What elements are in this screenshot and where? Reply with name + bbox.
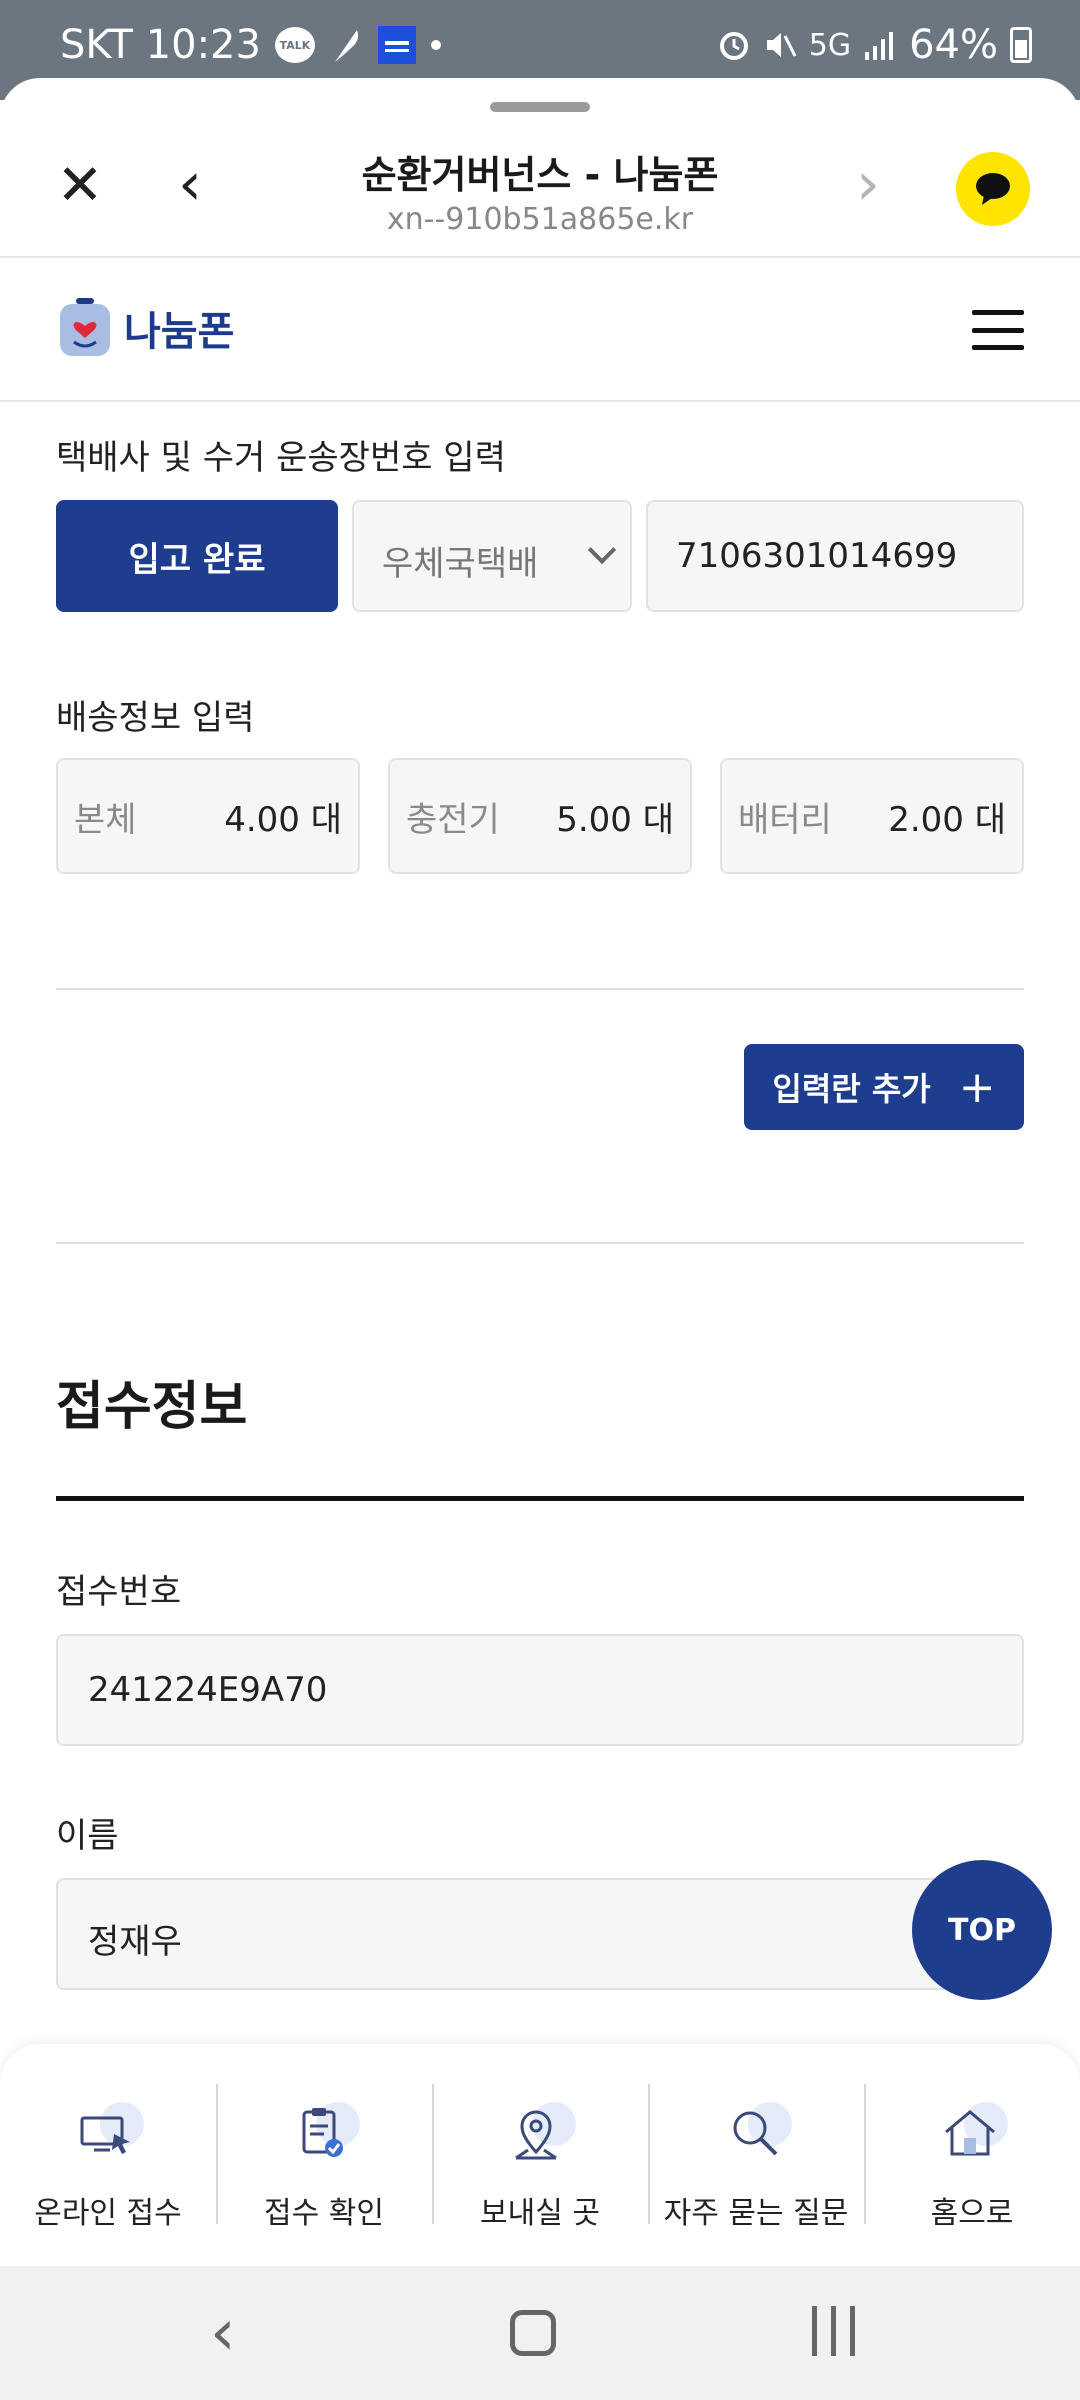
drag-handle[interactable] bbox=[490, 102, 590, 112]
add-field-button[interactable]: 입력란 추가 + bbox=[744, 1044, 1024, 1130]
name-field[interactable]: 정재우 bbox=[56, 1878, 1024, 1990]
nav-faq[interactable]: 자주 묻는 질문 bbox=[648, 2044, 864, 2266]
battery-percent: 64% bbox=[909, 22, 998, 68]
charger-value: 5.00 대 bbox=[556, 799, 674, 840]
clipboard-check-icon bbox=[284, 2100, 364, 2170]
body-value: 4.00 대 bbox=[224, 799, 342, 840]
nav-faq-label: 자주 묻는 질문 bbox=[663, 2196, 849, 2231]
system-home-icon[interactable] bbox=[510, 2310, 556, 2356]
receipt-info-heading: 접수정보 bbox=[56, 1377, 248, 1437]
forward-icon[interactable]: › bbox=[838, 154, 898, 214]
nav-online-apply-label: 온라인 접수 bbox=[34, 2196, 182, 2231]
search-icon bbox=[716, 2100, 796, 2170]
nav-check-receipt[interactable]: 접수 확인 bbox=[216, 2044, 432, 2266]
receipt-number-field[interactable]: 241224E9A70 bbox=[56, 1634, 1024, 1746]
nav-check-receipt-label: 접수 확인 bbox=[264, 2196, 384, 2231]
bottom-navigation: 온라인 접수 접수 확인 보내실 곳 자주 묻는 질문 홈으로 bbox=[0, 2044, 1080, 2266]
name-label: 이름 bbox=[56, 1816, 119, 1856]
receipt-number-value: 241224E9A70 bbox=[88, 1670, 328, 1710]
page-title: 순환거버넌스 - 나눔폰 bbox=[361, 153, 719, 197]
home-icon bbox=[932, 2100, 1012, 2170]
logo-text: 나눔폰 bbox=[124, 309, 235, 355]
tracking-number-input[interactable]: 7106301014699 bbox=[646, 500, 1024, 612]
close-icon[interactable]: ✕ bbox=[50, 156, 110, 216]
delivery-section-label: 배송정보 입력 bbox=[56, 698, 255, 738]
browser-toolbar: ✕ ‹ 순환거버넌스 - 나눔폰 xn--910b51a865e.kr › bbox=[0, 126, 1080, 258]
plus-icon: + bbox=[958, 1061, 996, 1113]
nav-send-location-label: 보내실 곳 bbox=[480, 2196, 600, 2231]
network-type: 5G bbox=[808, 27, 852, 63]
site-header: 나눔폰 bbox=[0, 258, 1080, 402]
map-pin-icon bbox=[500, 2100, 580, 2170]
site-logo[interactable]: 나눔폰 bbox=[56, 296, 234, 360]
heart-phone-logo-icon bbox=[60, 298, 110, 356]
divider bbox=[56, 988, 1024, 990]
nav-send-location[interactable]: 보내실 곳 bbox=[432, 2044, 648, 2266]
feather-notification-icon bbox=[329, 26, 363, 64]
app-notification-icon bbox=[377, 25, 417, 65]
kakaotalk-notification-icon: TALK bbox=[274, 27, 315, 63]
body-label: 본체 bbox=[74, 799, 137, 840]
chat-bubble-icon bbox=[976, 173, 1010, 205]
body-quantity-field[interactable]: 본체 4.00 대 bbox=[56, 758, 360, 874]
system-recents-icon[interactable] bbox=[812, 2306, 855, 2356]
nav-home[interactable]: 홈으로 bbox=[864, 2044, 1080, 2266]
online-apply-icon bbox=[68, 2100, 148, 2170]
charger-quantity-field[interactable]: 충전기 5.00 대 bbox=[388, 758, 692, 874]
battery-icon bbox=[1010, 27, 1032, 63]
clock: SKT 10:23 bbox=[60, 22, 261, 68]
kakao-chat-button[interactable] bbox=[956, 152, 1030, 226]
mute-icon bbox=[763, 28, 797, 62]
battery-quantity-field[interactable]: 배터리 2.00 대 bbox=[720, 758, 1024, 874]
scroll-top-button[interactable]: TOP bbox=[912, 1860, 1052, 2000]
heading-underline bbox=[56, 1496, 1024, 1501]
carrier-select[interactable]: 우체국택배 bbox=[352, 500, 632, 612]
alarm-icon bbox=[717, 28, 751, 62]
receipt-complete-button[interactable]: 입고 완료 bbox=[56, 500, 338, 612]
page-url: xn--910b51a865e.kr bbox=[386, 202, 694, 237]
chevron-down-icon bbox=[587, 535, 617, 565]
battery-value: 2.00 대 bbox=[888, 799, 1006, 840]
back-icon[interactable]: ‹ bbox=[160, 154, 220, 214]
system-navigation-bar: ‹ bbox=[0, 2266, 1080, 2400]
signal-icon bbox=[863, 30, 897, 60]
divider bbox=[56, 1242, 1024, 1244]
name-value: 정재우 bbox=[88, 1922, 182, 1962]
receipt-number-label: 접수번호 bbox=[56, 1572, 182, 1612]
nav-home-label: 홈으로 bbox=[930, 2196, 1014, 2231]
courier-section-label: 택배사 및 수거 운송장번호 입력 bbox=[56, 438, 506, 478]
add-field-label: 입력란 추가 bbox=[772, 1070, 931, 1108]
battery-label: 배터리 bbox=[738, 799, 832, 840]
charger-label: 충전기 bbox=[406, 799, 500, 840]
nav-online-apply[interactable]: 온라인 접수 bbox=[0, 2044, 216, 2266]
system-back-icon[interactable]: ‹ bbox=[210, 2296, 236, 2370]
menu-icon[interactable] bbox=[972, 310, 1024, 350]
tracking-number-value: 7106301014699 bbox=[676, 536, 958, 576]
more-notifications-dot bbox=[430, 40, 441, 50]
carrier-select-value: 우체국택배 bbox=[382, 544, 539, 584]
